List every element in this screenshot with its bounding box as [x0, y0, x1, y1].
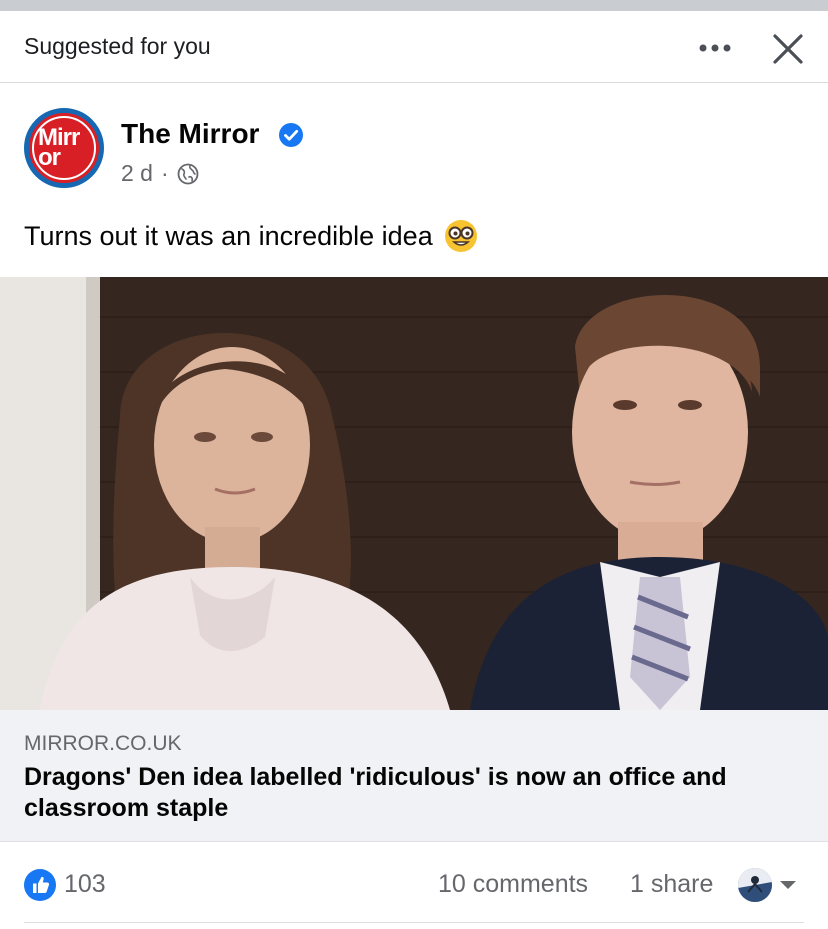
close-suggestion-button[interactable] — [766, 29, 810, 69]
like-icon[interactable] — [24, 869, 56, 901]
mirror-logo-icon: Mirr or — [32, 116, 96, 180]
post-timestamp[interactable]: 2 d — [121, 160, 153, 187]
link-domain: MIRROR.CO.UK — [24, 732, 182, 755]
nerd-face-emoji-icon — [444, 220, 477, 252]
suggested-label: Suggested for you — [24, 33, 211, 59]
globe-icon — [177, 163, 199, 184]
viewer-avatar-image — [738, 868, 772, 902]
chevron-down-icon[interactable] — [778, 878, 798, 892]
verified-badge-icon — [279, 123, 303, 147]
shares-link[interactable]: 1 share — [630, 870, 713, 899]
post-message: Turns out it was an incredible idea — [24, 218, 479, 254]
reaction-count[interactable]: 103 — [64, 870, 106, 899]
engagement-bar: 103 10 comments 1 share — [0, 842, 828, 924]
more-dots-icon — [699, 44, 731, 52]
page-avatar[interactable]: Mirr or — [24, 108, 104, 188]
comments-link[interactable]: 10 comments — [438, 870, 588, 899]
more-options-button[interactable] — [692, 31, 738, 65]
link-preview[interactable]: MIRROR.CO.UK Dragons' Den idea labelled … — [0, 710, 828, 842]
post-text: Turns out it was an incredible idea — [24, 220, 433, 251]
close-icon — [773, 34, 803, 64]
post-image[interactable] — [0, 277, 828, 710]
viewer-avatar-icon[interactable] — [738, 868, 772, 902]
post-photo-illustration — [0, 277, 828, 710]
meta-separator: · — [160, 160, 169, 186]
suggestion-header: Suggested for you — [0, 11, 828, 83]
bottom-divider — [24, 922, 804, 923]
post-meta: 2 d · — [121, 160, 199, 187]
link-headline[interactable]: Dragons' Den idea labelled 'ridiculous' … — [24, 762, 804, 824]
avatar-logo-text: Mirr or — [38, 124, 80, 171]
top-divider-strip — [0, 0, 828, 11]
page-name-link[interactable]: The Mirror — [121, 118, 259, 150]
